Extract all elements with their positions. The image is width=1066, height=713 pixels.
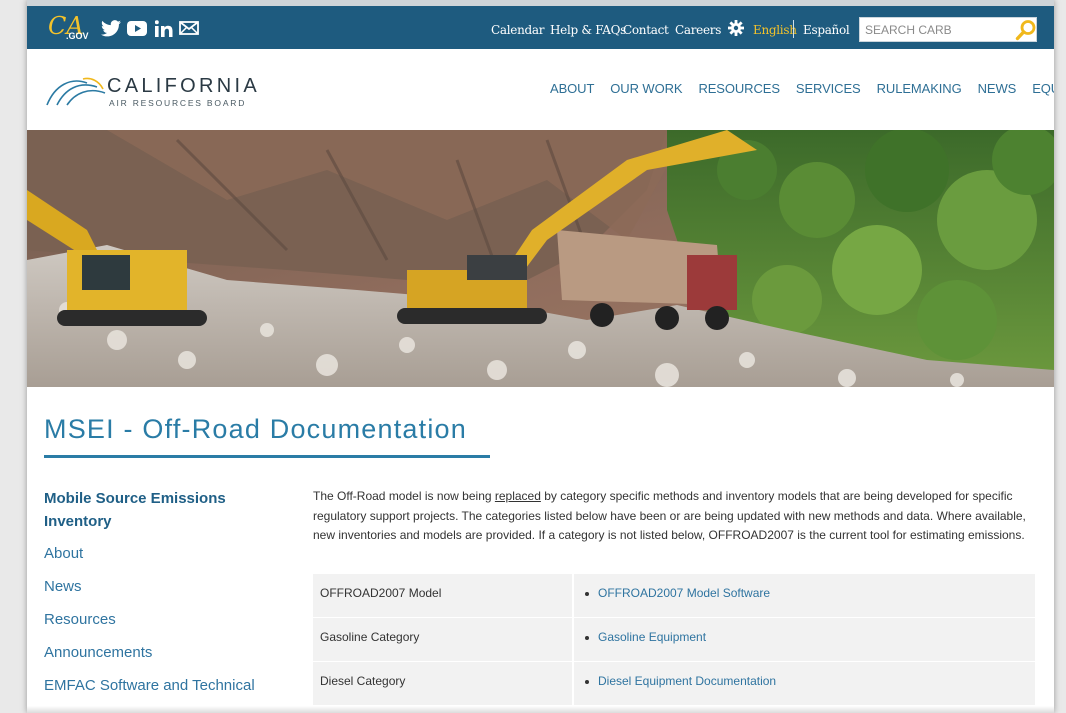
site-header: CALIFORNIA AIR RESOURCES BOARD ABOUT OUR… — [27, 49, 1054, 130]
careers-link[interactable]: Careers — [675, 23, 721, 37]
carb-logo[interactable]: CALIFORNIA AIR RESOURCES BOARD — [45, 71, 257, 111]
category-cell: Gasoline Category — [313, 618, 572, 661]
link-cell: Diesel Equipment Documentation — [574, 662, 1035, 705]
sidebar-item-about[interactable]: About — [44, 545, 83, 562]
carb-arch-icon — [46, 77, 106, 106]
nav-resources[interactable]: RESOURCES — [698, 81, 780, 101]
twitter-icon[interactable] — [100, 16, 122, 40]
diesel-equipment-link[interactable]: Diesel Equipment Documentation — [598, 674, 776, 688]
mail-icon[interactable] — [179, 16, 199, 40]
category-cell: Diesel Category — [313, 662, 572, 705]
intro-paragraph: The Off-Road model is now being replaced… — [313, 487, 1035, 546]
language-english[interactable]: English — [753, 23, 797, 37]
category-table: OFFROAD2007 Model OFFROAD2007 Model Soft… — [313, 574, 1035, 706]
nav-equity[interactable]: EQUITY — [1032, 81, 1054, 101]
language-spanish[interactable]: Español — [803, 23, 850, 37]
sidebar-heading[interactable]: Mobile Source Emissions Inventory — [44, 487, 264, 533]
category-cell: OFFROAD2007 Model — [313, 574, 572, 617]
nav-news[interactable]: NEWS — [978, 81, 1017, 101]
main-nav: ABOUT OUR WORK RESOURCES SERVICES RULEMA… — [550, 81, 1054, 101]
search-icon[interactable] — [1015, 19, 1037, 41]
table-row: Diesel Category Diesel Equipment Documen… — [313, 662, 1035, 705]
search-box — [859, 17, 1037, 42]
help-faqs-link[interactable]: Help & FAQs — [550, 23, 626, 37]
sidebar-item-resources[interactable]: Resources — [44, 611, 116, 628]
linkedin-icon[interactable] — [154, 16, 174, 40]
sidebar-item-announcements[interactable]: Announcements — [44, 644, 152, 661]
bullet — [585, 592, 589, 596]
contact-link[interactable]: Contact — [623, 23, 669, 37]
nav-about[interactable]: ABOUT — [550, 81, 594, 101]
nav-rulemaking[interactable]: RULEMAKING — [877, 81, 962, 101]
title-underline — [44, 455, 490, 458]
construction-site-illustration — [27, 130, 1054, 387]
ca-gov-logo[interactable]: CA .GOV — [48, 12, 89, 42]
browser-page: CA .GOV Calendar Help & FAQs Contact Car… — [27, 0, 1054, 713]
replaced-link[interactable]: replaced — [495, 489, 541, 503]
gear-icon[interactable] — [728, 20, 744, 36]
youtube-icon[interactable] — [126, 16, 148, 40]
language-divider — [793, 20, 794, 38]
nav-services[interactable]: SERVICES — [796, 81, 861, 101]
sidebar-item-news[interactable]: News — [44, 578, 82, 595]
sidebar-item-emfac-software[interactable]: EMFAC Software and Technical — [44, 677, 255, 694]
bullet — [585, 680, 589, 684]
link-cell: Gasoline Equipment — [574, 618, 1035, 661]
hero-image — [27, 130, 1054, 387]
table-row: Gasoline Category Gasoline Equipment — [313, 618, 1035, 661]
calendar-link[interactable]: Calendar — [491, 23, 544, 37]
gasoline-equipment-link[interactable]: Gasoline Equipment — [598, 630, 706, 644]
utility-bar: CA .GOV Calendar Help & FAQs Contact Car… — [27, 6, 1054, 49]
ca-logo-suffix: .GOV — [66, 31, 89, 41]
offroad2007-software-link[interactable]: OFFROAD2007 Model Software — [598, 586, 770, 600]
page-title: MSEI - Off-Road Documentation — [44, 414, 467, 444]
bullet — [585, 636, 589, 640]
intro-text-start: The Off-Road model is now being — [313, 489, 495, 503]
bottom-edge — [27, 706, 1054, 713]
nav-our-work[interactable]: OUR WORK — [610, 81, 682, 101]
search-input[interactable] — [860, 18, 1010, 41]
link-cell: OFFROAD2007 Model Software — [574, 574, 1035, 617]
table-row: OFFROAD2007 Model OFFROAD2007 Model Soft… — [313, 574, 1035, 617]
carb-logo-subtitle: AIR RESOURCES BOARD — [109, 98, 247, 108]
carb-logo-name: CALIFORNIA — [107, 75, 261, 97]
